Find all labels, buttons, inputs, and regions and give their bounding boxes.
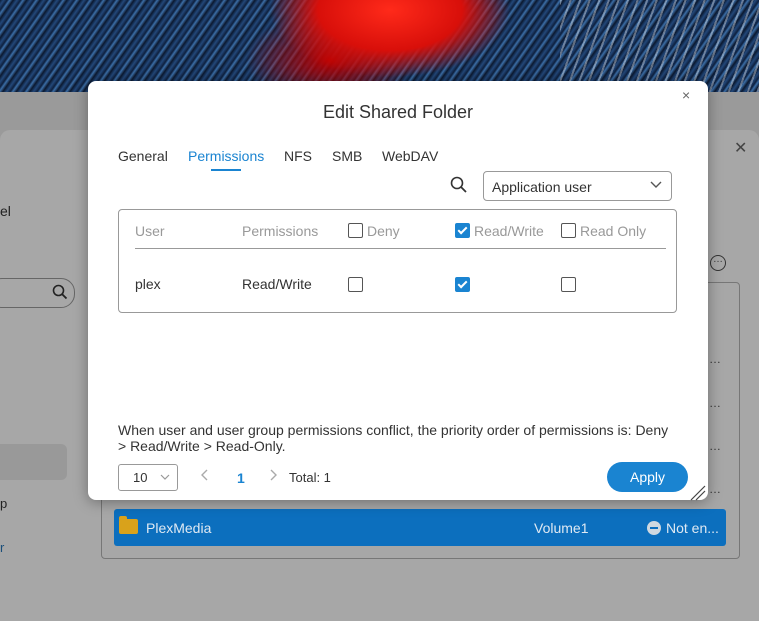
chevron-down-icon: [160, 474, 170, 480]
chevron-right-icon[interactable]: [269, 469, 277, 481]
row-deny-checkbox[interactable]: [348, 277, 363, 292]
search-icon[interactable]: [450, 176, 468, 194]
row-ellipsis: …: [709, 439, 721, 453]
tab-general[interactable]: General: [118, 148, 168, 164]
folder-name: PlexMedia: [146, 520, 212, 536]
close-icon[interactable]: ×: [682, 87, 690, 103]
header-read-only-checkbox[interactable]: [561, 223, 576, 238]
tab-webdav[interactable]: WebDAV: [382, 148, 438, 164]
header-permissions: Permissions: [242, 223, 319, 239]
header-deny: Deny: [367, 223, 400, 239]
disabled-status-icon: [647, 521, 661, 535]
tab-smb[interactable]: SMB: [332, 148, 362, 164]
header-user: User: [135, 223, 165, 239]
folder-icon: [119, 516, 138, 534]
selected-folder-row[interactable]: PlexMedia Volume1 Not en...: [114, 509, 726, 546]
row-ellipsis: …: [709, 482, 721, 496]
current-page[interactable]: 1: [237, 470, 245, 486]
user-type-select[interactable]: Application user: [483, 171, 672, 201]
row-ellipsis: …: [709, 352, 721, 366]
row-read-only-checkbox[interactable]: [561, 277, 576, 292]
tab-permissions[interactable]: Permissions: [188, 148, 264, 164]
apply-button[interactable]: Apply: [607, 462, 688, 492]
ellipsis-circle-icon[interactable]: …: [710, 255, 726, 271]
header-divider: [135, 248, 666, 249]
active-tab-indicator: [211, 169, 241, 171]
total-count: Total: 1: [289, 470, 331, 485]
page-size-value: 10: [133, 470, 148, 485]
background-search-input[interactable]: [0, 278, 75, 308]
background-photo: [0, 0, 759, 92]
background-sidebar-link-partial[interactable]: r: [0, 540, 4, 555]
user-type-value: Application user: [492, 179, 592, 195]
edit-shared-folder-dialog: Edit Shared Folder × General Permissions…: [88, 81, 708, 500]
search-icon: [52, 284, 68, 300]
folder-status: Not en...: [666, 520, 719, 536]
background-sidebar-label-partial: p: [0, 496, 8, 511]
header-read-write-checkbox[interactable]: [455, 223, 470, 238]
header-deny-checkbox[interactable]: [348, 223, 363, 238]
row-ellipsis: …: [709, 396, 721, 410]
background-sidebar-selected-item[interactable]: [0, 444, 67, 480]
background-label-partial: el: [0, 203, 11, 219]
page-size-select[interactable]: 10: [118, 464, 178, 491]
header-read-only: Read Only: [580, 223, 647, 239]
background-close-icon[interactable]: ✕: [734, 138, 747, 158]
folder-volume: Volume1: [534, 520, 589, 536]
tab-nfs[interactable]: NFS: [284, 148, 312, 164]
resize-handle-icon[interactable]: [689, 484, 707, 502]
dialog-title: Edit Shared Folder: [322, 102, 474, 122]
permissions-table: User Permissions Deny Read/Write Read On…: [118, 209, 677, 313]
row-read-write-checkbox[interactable]: [455, 277, 470, 292]
chevron-down-icon: [650, 181, 662, 188]
header-read-write: Read/Write: [474, 223, 544, 239]
chevron-left-icon[interactable]: [201, 469, 209, 481]
row-user: plex: [135, 276, 161, 292]
permission-priority-note: When user and user group permissions con…: [118, 422, 669, 454]
row-permissions: Read/Write: [242, 276, 312, 292]
